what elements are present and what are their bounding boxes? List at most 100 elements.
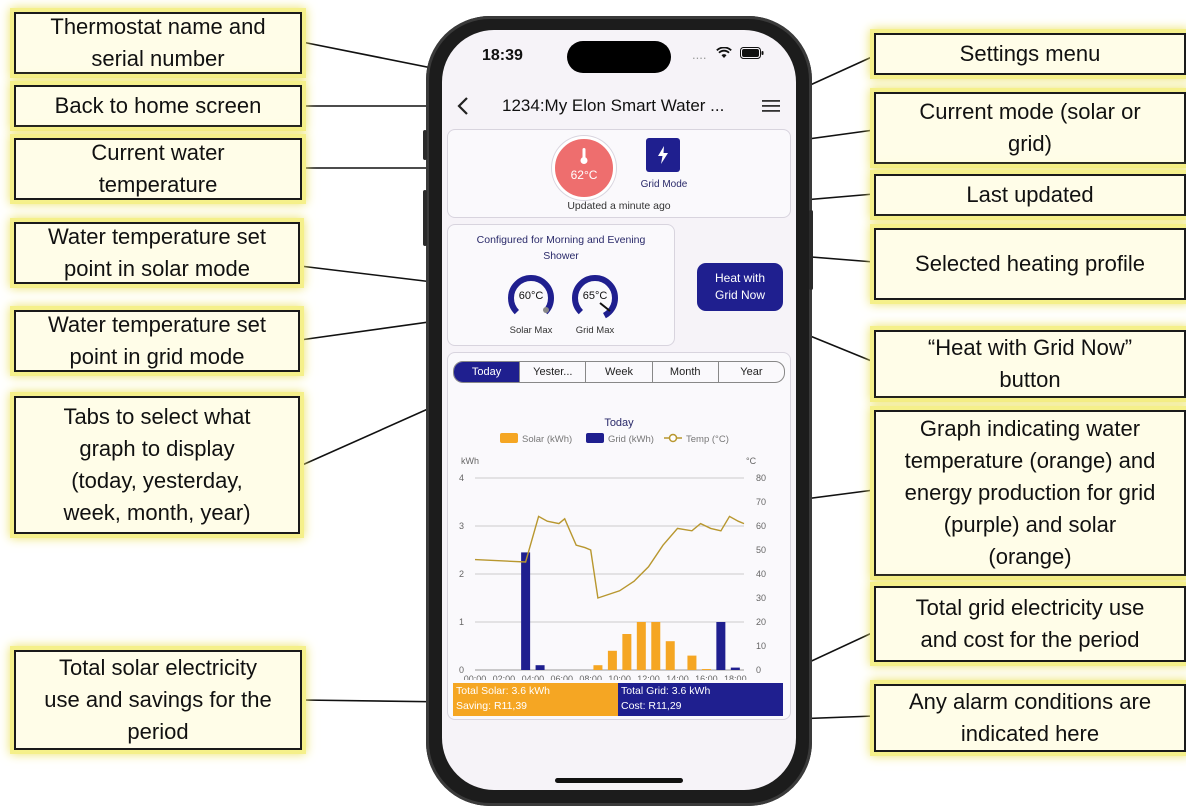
- status-icons: ....: [692, 46, 764, 62]
- y-right-tick-label: 30: [756, 593, 766, 603]
- y-left-tick-label: 1: [459, 617, 464, 627]
- solar-bar: [701, 669, 711, 670]
- y-right-tick-label: 20: [756, 617, 766, 627]
- heat-button-line2: Grid Now: [714, 288, 765, 302]
- y-left-tick-label: 2: [459, 569, 464, 579]
- x-tick-label: 18:00: [724, 674, 747, 680]
- legend-label-solar: Solar (kWh): [522, 434, 572, 445]
- callout-last-updated: Last updated: [874, 174, 1186, 216]
- legend-swatch-grid: [586, 433, 604, 443]
- tab-yesterday[interactable]: Yester...: [519, 362, 585, 382]
- x-tick-label: 08:00: [579, 674, 602, 680]
- water-temperature-badge: 62°C: [552, 136, 616, 200]
- callout-back-home: Back to home screen: [14, 85, 302, 127]
- solar-total-box: Total Solar: 3.6 kWh Saving: R11,39: [453, 683, 618, 716]
- thermostat-title: 1234:My Elon Smart Water ...: [502, 96, 725, 115]
- solar-bar: [665, 641, 675, 670]
- x-tick-label: 00:00: [464, 674, 487, 680]
- status-card: 62°C Grid Mode Updated a minute ago: [447, 129, 791, 218]
- heat-with-grid-now-button[interactable]: Heat with Grid Now: [697, 263, 783, 311]
- solar-max-value: 60°C: [518, 290, 544, 302]
- solar-bar: [651, 622, 661, 670]
- grid-bar: [730, 667, 740, 670]
- water-temperature-value: 62°C: [570, 168, 598, 182]
- callout-tabs: Tabs to select what graph to display (to…: [14, 396, 300, 534]
- callout-solar-setpoint: Water temperature set point in solar mod…: [14, 222, 300, 284]
- legend-swatch-solar: [500, 433, 518, 443]
- solar-bar: [636, 622, 646, 670]
- signal-icon: ....: [692, 47, 707, 62]
- legend-label-temp: Temp (°C): [686, 434, 729, 445]
- tab-today[interactable]: Today: [454, 362, 520, 382]
- callout-solar-total: Total solar electricity use and savings …: [14, 650, 302, 750]
- grid-mode-icon: [646, 138, 680, 172]
- tab-week[interactable]: Week: [585, 362, 651, 382]
- callout-graph: Graph indicating water temperature (oran…: [874, 410, 1186, 576]
- chevron-left-icon: [457, 97, 468, 115]
- callout-grid-total: Total grid electricity use and cost for …: [874, 586, 1186, 662]
- tab-month[interactable]: Month: [651, 362, 718, 382]
- grid-bar: [535, 665, 545, 670]
- mode-label: Grid Mode: [640, 179, 688, 190]
- thermometer-icon: [580, 148, 588, 164]
- status-time: 18:39: [482, 47, 523, 64]
- settings-menu-button[interactable]: [762, 90, 780, 123]
- last-updated: Updated a minute ago: [567, 200, 671, 212]
- x-tick-label: 14:00: [666, 674, 689, 680]
- legend-marker-temp: [668, 433, 678, 443]
- callout-alarms: Any alarm conditions are indicated here: [874, 684, 1186, 752]
- callout-heat-now-button: “Heat with Grid Now” button: [874, 330, 1186, 398]
- tab-year[interactable]: Year: [717, 362, 784, 382]
- y-right-tick-label: 80: [756, 473, 766, 483]
- legend-label-grid: Grid (kWh): [608, 434, 654, 445]
- x-tick-label: 10:00: [608, 674, 631, 680]
- grid-max-value: 65°C: [582, 290, 608, 302]
- solar-bar: [593, 665, 603, 670]
- grid-total-box: Total Grid: 3.6 kWh Cost: R11,29: [618, 683, 783, 716]
- grid-bar: [716, 622, 726, 670]
- lightning-icon: [658, 146, 668, 164]
- callout-heating-profile: Selected heating profile: [874, 228, 1186, 300]
- callout-thermostat-name: Thermostat name and serial number: [14, 12, 302, 74]
- grid-total-cost: Cost: R11,29: [621, 700, 682, 712]
- y-right-tick-label: 10: [756, 641, 766, 651]
- solar-bar: [607, 650, 617, 670]
- back-button[interactable]: [456, 90, 470, 125]
- hamburger-menu-icon: [762, 100, 780, 112]
- heating-profile-line2: Shower: [543, 250, 579, 262]
- y-left-unit-label: kWh: [461, 456, 479, 466]
- y-right-tick-label: 0: [756, 665, 761, 675]
- chart-title: Today: [604, 417, 634, 429]
- profile-card[interactable]: Configured for Morning and Evening Showe…: [447, 224, 675, 346]
- grid-total-usage: Total Grid: 3.6 kWh: [621, 685, 711, 697]
- heating-profile-line1: Configured for Morning and Evening: [476, 234, 646, 246]
- grid-max-label: Grid Max: [575, 325, 615, 336]
- y-left-tick-label: 3: [459, 521, 464, 531]
- y-left-tick-label: 4: [459, 473, 464, 483]
- callout-grid-setpoint: Water temperature set point in grid mode: [14, 310, 300, 372]
- solar-bar: [622, 634, 632, 670]
- grid-bar: [521, 552, 531, 670]
- home-indicator: [555, 778, 683, 783]
- solar-bar: [687, 655, 697, 670]
- solar-total-saving: Saving: R11,39: [456, 700, 528, 712]
- callout-current-mode: Current mode (solar or grid): [874, 92, 1186, 164]
- x-tick-label: 16:00: [695, 674, 718, 680]
- y-right-tick-label: 60: [756, 521, 766, 531]
- battery-icon: [739, 47, 764, 62]
- y-right-tick-label: 40: [756, 569, 766, 579]
- wifi-icon: [716, 46, 732, 62]
- callout-water-temperature: Current water temperature: [14, 138, 302, 200]
- solar-total-usage: Total Solar: 3.6 kWh: [456, 685, 550, 697]
- x-tick-label: 06:00: [551, 674, 574, 680]
- nav-bar: 1234:My Elon Smart Water ...: [442, 90, 796, 122]
- phone-volume-button: [423, 190, 427, 246]
- x-tick-label: 02:00: [493, 674, 516, 680]
- alarm-area: [453, 718, 783, 734]
- solar-max-label: Solar Max: [509, 325, 553, 336]
- y-right-unit-label: °C: [746, 456, 757, 466]
- x-tick-label: 04:00: [522, 674, 545, 680]
- heat-button-line1: Heat with: [714, 271, 766, 285]
- y-right-tick-label: 50: [756, 545, 766, 555]
- dynamic-island: [567, 41, 671, 73]
